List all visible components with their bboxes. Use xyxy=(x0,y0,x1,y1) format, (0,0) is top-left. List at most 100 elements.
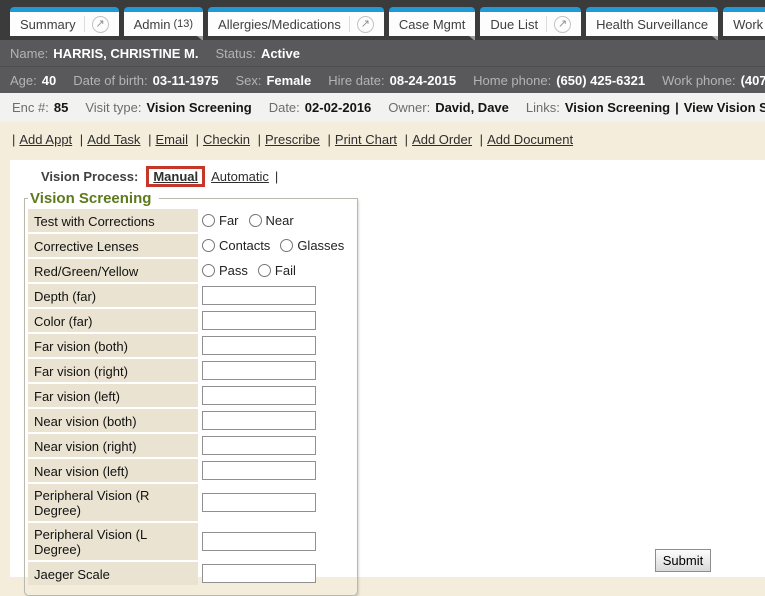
row-label: Near vision (right) xyxy=(28,434,198,457)
color-far-input[interactable] xyxy=(202,311,316,330)
demographics-bar: Age: 40 Date of birth: 03-11-1975 Sex: F… xyxy=(0,66,765,93)
row-label: Near vision (both) xyxy=(28,409,198,432)
tab-label: Case Mgmt xyxy=(399,17,465,32)
separator: | xyxy=(405,132,408,147)
tab-icon-divider xyxy=(546,16,547,32)
link-separator: | xyxy=(675,100,679,115)
content-area: Vision Process: Manual Automatic | Visio… xyxy=(10,160,765,577)
form-row-test-with-corrections: Test with Corrections Far Near xyxy=(28,209,354,232)
print-chart-link[interactable]: Print Chart xyxy=(335,132,397,147)
separator: | xyxy=(480,132,483,147)
form-row-peripheral-vision-l: Peripheral Vision (L Degree) xyxy=(28,523,354,560)
owner-group: Owner: David, Dave xyxy=(388,100,509,115)
form-row-jaeger-scale: Jaeger Scale xyxy=(28,562,354,585)
links-group: Links: Vision Screening | View Vision Sc… xyxy=(526,100,765,115)
row-label: Far vision (both) xyxy=(28,334,198,357)
external-link-icon[interactable]: ↗ xyxy=(92,16,109,33)
home-phone-value: (650) 425-6321 xyxy=(556,73,645,88)
peripheral-vision-r-input[interactable] xyxy=(202,493,316,512)
external-link-icon[interactable]: ↗ xyxy=(554,16,571,33)
submit-button[interactable]: Submit xyxy=(655,549,711,572)
radio-option-pass[interactable]: Pass xyxy=(202,263,248,278)
visit-type-group: Visit type: Vision Screening xyxy=(85,100,251,115)
checkin-link[interactable]: Checkin xyxy=(203,132,250,147)
work-phone-label: Work phone: xyxy=(662,73,735,88)
automatic-link[interactable]: Automatic xyxy=(211,169,269,184)
tab-health-surveillance[interactable]: Health Surveillance xyxy=(586,7,718,36)
radio-label: Contacts xyxy=(219,238,270,253)
fail-radio[interactable] xyxy=(258,264,271,277)
hire-date-label: Hire date: xyxy=(328,73,384,88)
age-label: Age: xyxy=(10,73,37,88)
radio-option-contacts[interactable]: Contacts xyxy=(202,238,270,253)
separator: | xyxy=(275,169,278,184)
form-row-color-far: Color (far) xyxy=(28,309,354,332)
add-document-link[interactable]: Add Document xyxy=(487,132,573,147)
radio-option-fail[interactable]: Fail xyxy=(258,263,296,278)
separator: | xyxy=(12,132,15,147)
visit-date-value: 02-02-2016 xyxy=(305,100,372,115)
radio-label: Near xyxy=(266,213,294,228)
email-link[interactable]: Email xyxy=(155,132,188,147)
add-task-link[interactable]: Add Task xyxy=(87,132,140,147)
separator: | xyxy=(80,132,83,147)
dropdown-fold-icon[interactable] xyxy=(469,36,475,40)
add-appt-link[interactable]: Add Appt xyxy=(19,132,72,147)
pass-radio[interactable] xyxy=(202,264,215,277)
jaeger-scale-input[interactable] xyxy=(202,564,316,583)
add-order-link[interactable]: Add Order xyxy=(412,132,472,147)
hire-date-group: Hire date: 08-24-2015 xyxy=(328,73,456,88)
encounter-bar: Enc #: 85 Visit type: Vision Screening D… xyxy=(0,93,765,122)
manual-link[interactable]: Manual xyxy=(153,169,198,184)
tab-icon-divider xyxy=(349,16,350,32)
tab-label: Work Status xyxy=(733,17,765,32)
form-row-far-vision-both: Far vision (both) xyxy=(28,334,354,357)
view-vision-screening-link[interactable]: View Vision Screening xyxy=(684,100,765,115)
links-label: Links: xyxy=(526,100,560,115)
tab-label: Summary xyxy=(20,17,76,32)
near-vision-left-input[interactable] xyxy=(202,461,316,480)
tab-admin[interactable]: Admin (13) xyxy=(124,7,203,36)
vision-screening-title: Vision Screening xyxy=(28,190,159,207)
form-row-far-vision-left: Far vision (left) xyxy=(28,384,354,407)
tab-admin-count: (13) xyxy=(173,18,193,30)
row-label: Test with Corrections xyxy=(28,209,198,232)
tab-allergies-medications[interactable]: Allergies/Medications ↗ xyxy=(208,7,384,36)
near-vision-right-input[interactable] xyxy=(202,436,316,455)
external-link-icon[interactable]: ↗ xyxy=(357,16,374,33)
dropdown-fold-icon[interactable] xyxy=(197,36,203,40)
far-vision-both-input[interactable] xyxy=(202,336,316,355)
tab-summary[interactable]: Summary ↗ xyxy=(10,7,119,36)
form-row-near-vision-left: Near vision (left) xyxy=(28,459,354,482)
far-vision-left-input[interactable] xyxy=(202,386,316,405)
tab-case-mgmt[interactable]: Case Mgmt xyxy=(389,7,475,36)
row-label: Far vision (right) xyxy=(28,359,198,382)
enc-number-label: Enc #: xyxy=(12,100,49,115)
radio-option-glasses[interactable]: Glasses xyxy=(280,238,344,253)
depth-far-input[interactable] xyxy=(202,286,316,305)
form-row-depth-far: Depth (far) xyxy=(28,284,354,307)
contacts-radio[interactable] xyxy=(202,239,215,252)
separator: | xyxy=(196,132,199,147)
tab-work-status[interactable]: Work Status ↗ xyxy=(723,7,765,36)
radio-option-far[interactable]: Far xyxy=(202,213,239,228)
sex-group: Sex: Female xyxy=(235,73,311,88)
row-label: Corrective Lenses xyxy=(28,234,198,257)
peripheral-vision-l-input[interactable] xyxy=(202,532,316,551)
patient-bar: Name: HARRIS, CHRISTINE M. Status: Activ… xyxy=(0,40,765,66)
prescribe-link[interactable]: Prescribe xyxy=(265,132,320,147)
far-radio[interactable] xyxy=(202,214,215,227)
vision-screening-link[interactable]: Vision Screening xyxy=(565,100,670,115)
tab-icon-divider xyxy=(84,16,85,32)
radio-option-near[interactable]: Near xyxy=(249,213,294,228)
glasses-radio[interactable] xyxy=(280,239,293,252)
near-vision-both-input[interactable] xyxy=(202,411,316,430)
status-value: Active xyxy=(261,46,300,61)
far-vision-right-input[interactable] xyxy=(202,361,316,380)
sex-value: Female xyxy=(266,73,311,88)
enc-number-value: 85 xyxy=(54,100,68,115)
hire-date-value: 08-24-2015 xyxy=(390,73,457,88)
near-radio[interactable] xyxy=(249,214,262,227)
tab-due-list[interactable]: Due List ↗ xyxy=(480,7,581,36)
dropdown-fold-icon[interactable] xyxy=(712,36,718,40)
